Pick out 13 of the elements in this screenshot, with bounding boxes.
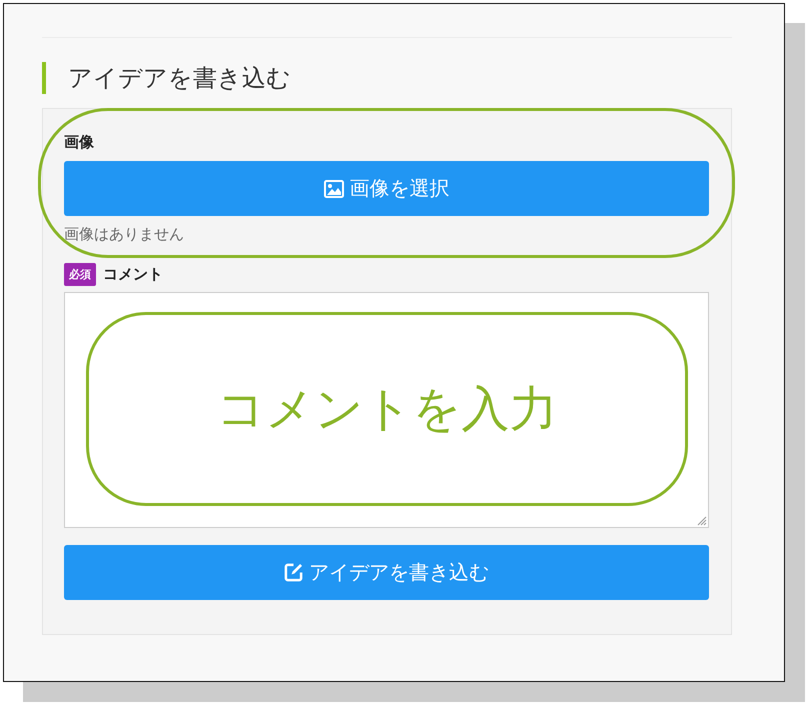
required-badge: 必須 [64,263,96,286]
field-label: 画像 [64,133,95,152]
section-title: アイデアを書き込む [68,63,291,94]
field-label: コメント [103,265,163,284]
comment-field[interactable]: コメントを入力 [64,292,709,528]
submit-button[interactable]: アイデアを書き込む [64,545,709,600]
resize-handle-icon[interactable] [697,516,707,526]
select-image-button[interactable]: 画像を選択 [64,161,709,216]
heading-accent-bar [42,62,46,94]
image-status-text: 画像はありません [64,225,185,244]
annotation-callout: コメントを入力 [86,312,688,506]
image-icon [324,180,344,198]
edit-icon [284,563,303,582]
